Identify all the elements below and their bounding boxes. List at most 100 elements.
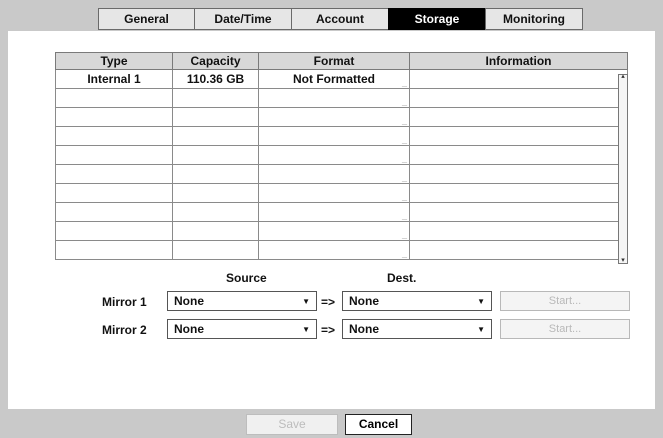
cell-type [55,240,173,260]
mirror-1-source-value: None [174,294,204,308]
mirror-2-source-select[interactable]: None ▼ [167,319,317,339]
cell-type: Internal 1 [55,69,173,89]
cell-value: Internal 1 [87,72,141,86]
cell-format: Not Formatted _ [258,69,410,89]
cell-format: _ [258,183,410,203]
cell-capacity [172,164,259,184]
cell-information: _ [409,221,628,241]
cell-type [55,164,173,184]
cell-information: _ [409,164,628,184]
table-header-row: Type Capacity Format Information [55,52,628,70]
cell-type [55,221,173,241]
column-header-type: Type [55,52,173,70]
cell-capacity [172,88,259,108]
cell-format: _ [258,145,410,165]
tab-date-time[interactable]: Date/Time [194,8,292,30]
cell-information: _ [409,183,628,203]
table-row[interactable]: __ [55,126,628,146]
mirror-1-source-select[interactable]: None ▼ [167,291,317,311]
cell-information: _ [409,69,628,89]
scroll-up-icon[interactable]: ▴ [619,73,627,80]
tab-storage[interactable]: Storage [388,8,486,30]
cell-edit-marker-icon: _ [401,192,407,202]
cell-format: _ [258,107,410,127]
table-row[interactable]: __ [55,183,628,203]
storage-table: Type Capacity Format Information Interna… [55,52,628,260]
table-row[interactable]: __ [55,202,628,222]
tab-account[interactable]: Account [291,8,389,30]
cell-capacity [172,145,259,165]
cell-edit-marker-icon: _ [401,211,407,221]
cell-type [55,145,173,165]
dest-label: Dest. [387,271,417,285]
table-row[interactable]: __ [55,221,628,241]
tab-general[interactable]: General [98,8,195,30]
cell-capacity [172,126,259,146]
tab-monitoring[interactable]: Monitoring [485,8,583,30]
mirror-1-arrow: => [321,295,336,309]
chevron-down-icon: ▼ [302,297,310,306]
cell-format: _ [258,126,410,146]
mirror-1-start-button[interactable]: Start... [500,291,630,311]
chevron-down-icon: ▼ [302,325,310,334]
cell-information: _ [409,126,628,146]
cell-capacity [172,202,259,222]
cell-type [55,107,173,127]
table-row[interactable]: __ [55,88,628,108]
cell-information: _ [409,107,628,127]
column-header-information: Information [409,52,628,70]
cancel-button[interactable]: Cancel [345,414,412,435]
cell-format: _ [258,202,410,222]
cell-edit-marker-icon: _ [401,135,407,145]
mirror-2-arrow: => [321,323,336,337]
mirror-2-dest-value: None [349,322,379,336]
cell-type [55,183,173,203]
storage-panel: Type Capacity Format Information Interna… [8,31,655,409]
cell-format: _ [258,240,410,260]
cell-capacity: 110.36 GB [172,69,259,89]
cell-value: Not Formatted [293,72,375,86]
cell-format: _ [258,164,410,184]
mirror-1-label: Mirror 1 [102,295,147,309]
cell-type [55,126,173,146]
tab-bar: General Date/Time Account Storage Monito… [98,8,583,30]
cell-information: _ [409,145,628,165]
cell-edit-marker-icon: _ [401,230,407,240]
cell-edit-marker-icon: _ [401,116,407,126]
mirror-2-label: Mirror 2 [102,323,147,337]
cell-type [55,88,173,108]
table-row[interactable]: __ [55,240,628,260]
cell-format: _ [258,221,410,241]
cell-edit-marker-icon: _ [401,154,407,164]
save-button[interactable]: Save [246,414,338,435]
table-row[interactable]: __ [55,107,628,127]
cell-value: 110.36 GB [186,72,245,86]
cell-edit-marker-icon: _ [401,97,407,107]
table-row[interactable]: __ [55,145,628,165]
mirror-2-source-value: None [174,322,204,336]
cell-type [55,202,173,222]
cell-capacity [172,221,259,241]
chevron-down-icon: ▼ [477,297,485,306]
chevron-down-icon: ▼ [477,325,485,334]
cell-capacity [172,240,259,260]
table-scrollbar[interactable]: ▴ ▾ [618,73,628,264]
cell-information: _ [409,88,628,108]
column-header-capacity: Capacity [172,52,259,70]
source-label: Source [226,271,267,285]
mirror-1-dest-select[interactable]: None ▼ [342,291,492,311]
table-row[interactable]: Internal 1 110.36 GB Not Formatted __ [55,69,628,89]
cell-capacity [172,183,259,203]
cell-information: _ [409,202,628,222]
scroll-down-icon[interactable]: ▾ [619,257,627,264]
column-header-format: Format [258,52,410,70]
cell-information: _ [409,240,628,260]
mirror-2-start-button[interactable]: Start... [500,319,630,339]
mirror-1-dest-value: None [349,294,379,308]
cell-edit-marker-icon: _ [401,249,407,259]
mirror-2-dest-select[interactable]: None ▼ [342,319,492,339]
cell-capacity [172,107,259,127]
cell-format: _ [258,88,410,108]
table-row[interactable]: __ [55,164,628,184]
cell-edit-marker-icon: _ [401,173,407,183]
